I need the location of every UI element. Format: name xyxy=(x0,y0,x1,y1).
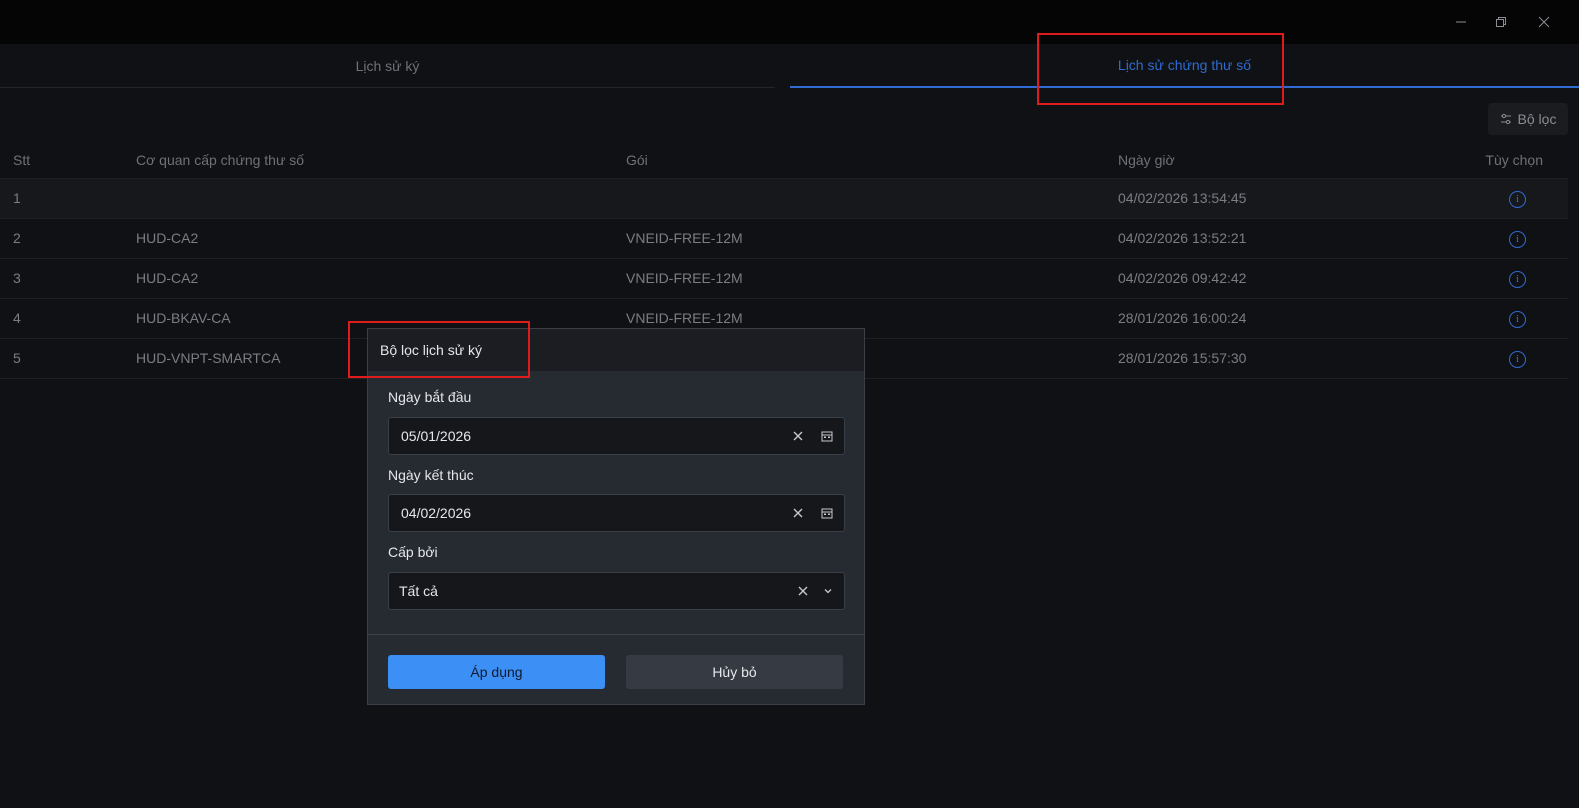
cell-stt: 1 xyxy=(0,178,136,219)
cell-datetime: 04/02/2026 13:54:45 xyxy=(1118,178,1478,219)
info-icon[interactable]: i xyxy=(1509,350,1526,368)
info-icon[interactable]: i xyxy=(1509,270,1526,288)
start-date-value: 05/01/2026 xyxy=(401,428,472,444)
filter-button-label: Bộ lọc xyxy=(1517,111,1557,127)
calendar-icon[interactable] xyxy=(821,495,833,531)
cell-stt: 3 xyxy=(0,258,136,299)
info-icon[interactable]: i xyxy=(1509,230,1526,248)
cell-issuer xyxy=(136,178,626,219)
tab-bar: Lịch sử ký Lịch sử chứng thư số xyxy=(0,44,1579,88)
cell-package: VNEID-FREE-12M xyxy=(626,218,1118,259)
column-header-options: Tùy chọn xyxy=(1478,142,1568,179)
end-date-label: Ngày kết thúc xyxy=(388,467,474,483)
column-header-stt[interactable]: Stt xyxy=(0,142,136,179)
cell-datetime: 04/02/2026 13:52:21 xyxy=(1118,218,1478,259)
dialog-title: Bộ lọc lịch sử ký xyxy=(380,342,482,358)
cell-issuer: HUD-CA2 xyxy=(136,218,626,259)
cell-stt: 5 xyxy=(0,338,136,379)
tab-signing-history[interactable]: Lịch sử ký xyxy=(0,44,775,88)
end-date-field[interactable]: 04/02/2026 xyxy=(388,494,845,532)
end-date-value: 04/02/2026 xyxy=(401,505,472,521)
column-header-issuer[interactable]: Cơ quan cấp chứng thư số xyxy=(136,142,626,179)
apply-button-label: Áp dụng xyxy=(470,664,523,680)
table-row[interactable]: 2 HUD-CA2 VNEID-FREE-12M 04/02/2026 13:5… xyxy=(0,218,1568,259)
info-icon[interactable]: i xyxy=(1509,190,1526,208)
minimize-icon[interactable] xyxy=(1451,12,1471,32)
apply-button[interactable]: Áp dụng xyxy=(388,655,605,689)
cell-datetime: 04/02/2026 09:42:42 xyxy=(1118,258,1478,299)
tab-certificate-history[interactable]: Lịch sử chứng thư số xyxy=(790,44,1579,88)
clear-icon[interactable] xyxy=(793,418,803,454)
dialog-header: Bộ lọc lịch sử ký xyxy=(368,329,864,371)
start-date-field[interactable]: 05/01/2026 xyxy=(388,417,845,455)
column-header-package[interactable]: Gói xyxy=(626,142,1118,179)
close-icon[interactable] xyxy=(1534,12,1554,32)
cell-stt: 4 xyxy=(0,298,136,339)
filter-icon xyxy=(1500,113,1511,125)
cancel-button[interactable]: Hủy bỏ xyxy=(626,655,843,689)
info-icon[interactable]: i xyxy=(1509,310,1526,328)
issuer-select-value: Tất cả xyxy=(399,583,438,599)
table-header: Stt Cơ quan cấp chứng thư số Gói Ngày gi… xyxy=(0,142,1568,179)
tab-label: Lịch sử chứng thư số xyxy=(1117,57,1252,73)
table-row[interactable]: 3 HUD-CA2 VNEID-FREE-12M 04/02/2026 09:4… xyxy=(0,258,1568,299)
title-bar xyxy=(0,0,1579,44)
cell-package: VNEID-FREE-12M xyxy=(626,258,1118,299)
cell-datetime: 28/01/2026 15:57:30 xyxy=(1118,338,1478,379)
start-date-label: Ngày bắt đầu xyxy=(388,389,472,405)
tab-label: Lịch sử ký xyxy=(355,57,420,74)
filter-dialog: Bộ lọc lịch sử ký Ngày bắt đầu 05/01/202… xyxy=(367,328,865,705)
filter-button[interactable]: Bộ lọc xyxy=(1488,103,1568,135)
dialog-divider xyxy=(368,634,864,635)
restore-icon[interactable] xyxy=(1491,12,1511,32)
cell-package xyxy=(626,178,1118,219)
clear-icon[interactable] xyxy=(793,495,803,531)
cell-datetime: 28/01/2026 16:00:24 xyxy=(1118,298,1478,339)
issuer-select[interactable]: Tất cả xyxy=(388,572,845,610)
cancel-button-label: Hủy bỏ xyxy=(712,664,757,680)
clear-icon[interactable] xyxy=(798,573,808,609)
column-header-datetime[interactable]: Ngày giờ xyxy=(1118,142,1478,179)
table-row[interactable]: 1 04/02/2026 13:54:45 i xyxy=(0,178,1568,219)
cell-issuer: HUD-CA2 xyxy=(136,258,626,299)
calendar-icon[interactable] xyxy=(821,418,833,454)
issuer-label: Cấp bởi xyxy=(388,544,438,560)
chevron-down-icon[interactable] xyxy=(823,573,833,609)
cell-stt: 2 xyxy=(0,218,136,259)
